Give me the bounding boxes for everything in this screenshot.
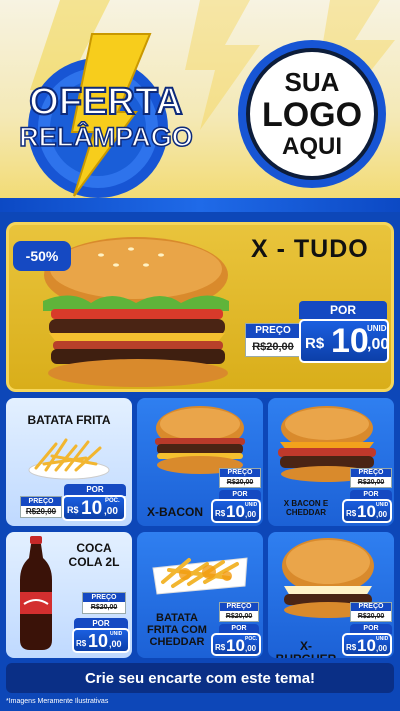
product-card-coca-cola[interactable]: COCA COLA 2L PREÇO R$20,00 POR R$ 10 ,00… bbox=[6, 532, 132, 658]
price-unit: UNID bbox=[367, 324, 387, 333]
price-cents: ,00 bbox=[376, 510, 388, 519]
featured-price-tag: POR PREÇO R$20,00 R$ 10 ,00 UNID bbox=[241, 301, 391, 371]
price-cents: ,00 bbox=[104, 506, 118, 517]
price-integer: 10 bbox=[357, 502, 376, 521]
old-price-box: PREÇO R$20,00 bbox=[20, 496, 62, 518]
product-name: X BACON E CHEDDAR bbox=[283, 499, 329, 517]
old-price: R$20,00 bbox=[226, 479, 254, 486]
preco-label: PREÇO bbox=[220, 469, 260, 477]
logo-text-line3: AQUI bbox=[282, 133, 342, 160]
price-currency: R$ bbox=[67, 505, 79, 515]
product-card-x-burguer[interactable]: X-BURGUER PREÇO R$20,00 POR R$ 10 ,00 UN… bbox=[268, 532, 394, 658]
oferta-relampago-badge: OFERTA RELÂMPAGO bbox=[19, 33, 194, 198]
price-tag: PREÇO R$20,00 POR R$ 10 ,00 UNID bbox=[68, 592, 130, 654]
old-price: R$20,00 bbox=[90, 604, 118, 611]
price-unit: UNID bbox=[110, 631, 123, 637]
price-integer: 10 bbox=[88, 631, 109, 651]
old-price-box: PREÇO R$20,00 bbox=[245, 323, 301, 357]
price-integer: 10 bbox=[357, 636, 376, 655]
header-banner: OFERTA RELÂMPAGO SUA LOGO AQUI bbox=[0, 0, 400, 212]
price-currency: R$ bbox=[346, 643, 357, 652]
product-name: X-BACON bbox=[147, 505, 203, 519]
logo-text-line1: SUA bbox=[284, 67, 340, 97]
old-price-box: PREÇO R$20,00 bbox=[82, 592, 126, 614]
old-price: R$20,00 bbox=[252, 341, 294, 353]
featured-product-name: X - TUDO bbox=[251, 235, 369, 263]
price-cents: ,00 bbox=[245, 510, 257, 519]
price-currency: R$ bbox=[215, 509, 226, 518]
header-stripe bbox=[0, 198, 400, 212]
price-unit: UNID bbox=[376, 502, 389, 508]
cta-banner[interactable]: Crie seu encarte com este tema! bbox=[6, 663, 394, 693]
price-unit: UNID bbox=[376, 636, 389, 642]
current-price: R$ 10 ,00 UNID bbox=[211, 499, 261, 523]
price-integer: 10 bbox=[226, 502, 245, 521]
current-price: R$ 10 ,00 UNID bbox=[299, 319, 389, 363]
preco-label: PREÇO bbox=[220, 603, 258, 611]
product-name: BATATA FRITA bbox=[27, 413, 111, 427]
product-card-x-bacon[interactable]: X-BACON PREÇO R$20,00 POR R$ 10 ,00 UNID bbox=[137, 398, 263, 526]
price-cents: ,00 bbox=[367, 336, 390, 353]
price-unit: UNID bbox=[245, 502, 258, 508]
current-price: R$ 10 ,00 POC. bbox=[62, 495, 126, 521]
price-tag: PREÇO R$20,00 POR R$ 10 ,00 POC. bbox=[209, 602, 263, 656]
disclaimer-text: *Imagens Meramente Ilustrativas bbox=[6, 698, 109, 705]
fries-cheddar-image bbox=[152, 557, 248, 595]
product-card-batata-cheddar[interactable]: BATATA FRITA COM CHEDDAR PREÇO R$20,00 P… bbox=[137, 532, 263, 658]
preco-label: PREÇO bbox=[351, 603, 391, 611]
coca-cola-bottle-image bbox=[20, 536, 52, 650]
por-label: POR bbox=[299, 301, 387, 319]
old-price: R$20,00 bbox=[225, 613, 253, 620]
current-price: R$ 10 ,00 UNID bbox=[342, 499, 392, 523]
badge-line1: OFERTA bbox=[29, 81, 182, 123]
logo-placeholder: SUA LOGO AQUI bbox=[238, 40, 386, 188]
old-price: R$20,00 bbox=[357, 613, 385, 620]
preco-label: PREÇO bbox=[246, 324, 300, 338]
price-currency: R$ bbox=[215, 643, 226, 652]
price-unit: POC. bbox=[245, 636, 258, 642]
price-cents: ,00 bbox=[109, 639, 122, 649]
current-price: R$ 10 ,00 UNID bbox=[72, 628, 130, 653]
price-integer: 10 bbox=[331, 322, 369, 360]
product-card-batata-frita[interactable]: BATATA FRITA POR PREÇO R$20,00 R$ 10 ,00… bbox=[6, 398, 132, 526]
price-cents: ,00 bbox=[376, 644, 388, 653]
price-currency: R$ bbox=[346, 509, 357, 518]
price-tag: PREÇO R$20,00 POR R$ 10 ,00 UNID bbox=[342, 468, 394, 524]
price-integer: 10 bbox=[81, 498, 103, 519]
price-tag: PREÇO R$20,00 POR R$ 10 ,00 UNID bbox=[211, 468, 263, 524]
featured-product-card[interactable]: -50% X - TUDO POR PREÇO R$20,00 R$ 10 ,0… bbox=[6, 222, 394, 392]
product-name: BATATA FRITA COM CHEDDAR bbox=[147, 612, 207, 649]
price-tag: POR PREÇO R$20,00 R$ 10 ,00 POC. bbox=[20, 484, 128, 522]
preco-label: PREÇO bbox=[351, 469, 391, 477]
logo-text-line2: LOGO bbox=[261, 96, 363, 134]
x-bacon-burger-image bbox=[155, 406, 245, 474]
old-price-box: PREÇO R$20,00 bbox=[219, 468, 261, 488]
current-price: R$ 10 ,00 UNID bbox=[342, 633, 392, 656]
old-price-box: PREÇO R$20,00 bbox=[350, 602, 392, 622]
old-price: R$20,00 bbox=[25, 507, 57, 516]
price-tag: PREÇO R$20,00 POR R$ 10 ,00 UNID bbox=[342, 602, 394, 656]
preco-label: PREÇO bbox=[21, 497, 61, 506]
product-card-x-bacon-cheddar[interactable]: X BACON E CHEDDAR PREÇO R$20,00 POR R$ 1… bbox=[268, 398, 394, 526]
product-name: X-BURGUER bbox=[276, 639, 337, 658]
product-name: COCA COLA 2L bbox=[68, 541, 120, 569]
old-price-box: PREÇO R$20,00 bbox=[350, 468, 392, 488]
badge-line2: RELÂMPAGO bbox=[19, 121, 193, 152]
fries-image bbox=[28, 438, 110, 480]
preco-label: PREÇO bbox=[83, 593, 125, 602]
old-price-box: PREÇO R$20,00 bbox=[219, 602, 259, 622]
price-currency: R$ bbox=[305, 335, 325, 352]
current-price: R$ 10 ,00 POC. bbox=[211, 633, 261, 656]
price-unit: POC. bbox=[105, 498, 120, 504]
price-integer: 10 bbox=[226, 636, 245, 655]
discount-badge: -50% bbox=[13, 241, 71, 271]
price-cents: ,00 bbox=[245, 644, 257, 653]
old-price: R$20,00 bbox=[357, 479, 385, 486]
price-currency: R$ bbox=[76, 639, 87, 648]
